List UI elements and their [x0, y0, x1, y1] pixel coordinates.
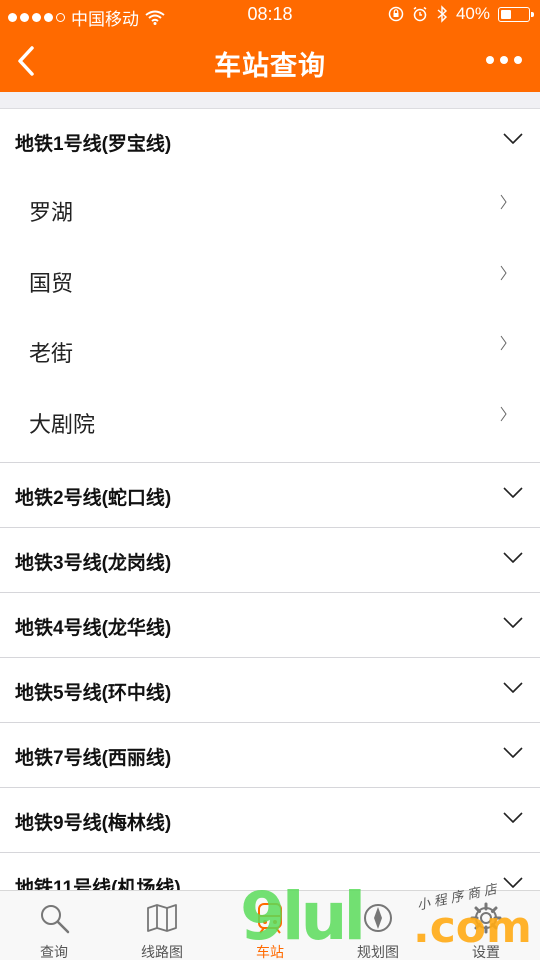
chevron-down-icon	[503, 877, 523, 888]
station-name: 大剧院	[29, 411, 96, 437]
chevron-down-icon	[503, 487, 523, 498]
line-name: 地铁7号线(西丽线)	[15, 748, 172, 769]
more-button[interactable]	[486, 48, 522, 72]
rotation-lock-icon	[388, 6, 404, 22]
chevron-right-icon	[500, 335, 507, 351]
line-header[interactable]: 地铁2号线(蛇口线)	[0, 463, 540, 528]
tab-compass[interactable]: 规划图	[324, 891, 432, 960]
tab-label: 线路图	[141, 944, 183, 960]
line-name: 地铁9号线(梅林线)	[15, 813, 172, 834]
station-item[interactable]: 老街	[0, 314, 540, 385]
station-item[interactable]: 罗湖	[0, 173, 540, 244]
battery-percent: 40%	[455, 4, 490, 23]
header: 中国移动 08:18 40% 车站查询	[0, 0, 540, 92]
tab-label: 查询	[40, 944, 68, 960]
chevron-down-icon	[503, 617, 523, 628]
line-header[interactable]: 地铁3号线(龙岗线)	[0, 528, 540, 593]
station-name: 老街	[29, 341, 74, 366]
tab-label: 设置	[472, 944, 500, 960]
status-bar: 中国移动 08:18 40%	[0, 0, 540, 30]
bluetooth-icon	[437, 5, 447, 23]
chevron-down-icon	[503, 747, 523, 758]
line-header[interactable]: 地铁11号线(机场线)	[0, 853, 540, 890]
map-icon	[147, 904, 177, 932]
line-name: 地铁11号线(机场线)	[15, 878, 181, 890]
station-list: 地铁1号线(罗宝线) 罗湖国贸老街大剧院地铁2号线(蛇口线) 地铁3号线(龙岗线) 地…	[0, 108, 540, 890]
chevron-down-icon	[503, 682, 523, 693]
nav-bar: 车站查询	[0, 30, 540, 92]
tab-train[interactable]: 车站	[216, 891, 324, 960]
gear-icon	[470, 902, 502, 934]
line-header[interactable]: 地铁9号线(梅林线)	[0, 788, 540, 853]
station-name: 罗湖	[29, 200, 74, 225]
chevron-right-icon	[500, 406, 507, 421]
line-header[interactable]: 地铁4号线(龙华线)	[0, 593, 540, 658]
line-name: 地铁2号线(蛇口线)	[15, 488, 172, 509]
station-item[interactable]: 大剧院	[0, 384, 540, 455]
tab-search[interactable]: 查询	[0, 891, 108, 960]
line-header[interactable]: 地铁1号线(罗宝线)	[0, 109, 540, 173]
group-divider	[0, 455, 540, 463]
chevron-right-icon	[500, 194, 507, 210]
line-header[interactable]: 地铁5号线(环中线)	[0, 658, 540, 723]
alarm-icon	[413, 6, 427, 22]
line-name: 地铁4号线(龙华线)	[15, 618, 172, 639]
battery-icon	[498, 6, 534, 22]
tab-gear[interactable]: 设置	[432, 891, 540, 960]
tab-map[interactable]: 线路图	[108, 891, 216, 960]
page-title: 车站查询	[214, 51, 326, 81]
search-icon	[41, 905, 70, 934]
station-name: 国贸	[29, 270, 74, 296]
line-name: 地铁1号线(罗宝线)	[15, 134, 172, 155]
chevron-right-icon	[500, 265, 507, 280]
chevron-down-icon	[503, 133, 523, 144]
tab-label: 车站	[256, 944, 284, 960]
line-header[interactable]: 地铁7号线(西丽线)	[0, 723, 540, 788]
tab-bar: 查询 线路图 车站 规划图 设置	[0, 890, 540, 960]
tab-label: 规划图	[357, 944, 399, 960]
line-name: 地铁5号线(环中线)	[15, 683, 172, 704]
station-item[interactable]: 国贸	[0, 243, 540, 314]
train-icon	[258, 903, 282, 934]
chevron-down-icon	[503, 812, 523, 823]
line-name: 地铁3号线(龙岗线)	[15, 553, 172, 574]
chevron-down-icon	[503, 552, 523, 563]
compass-icon	[364, 904, 392, 932]
